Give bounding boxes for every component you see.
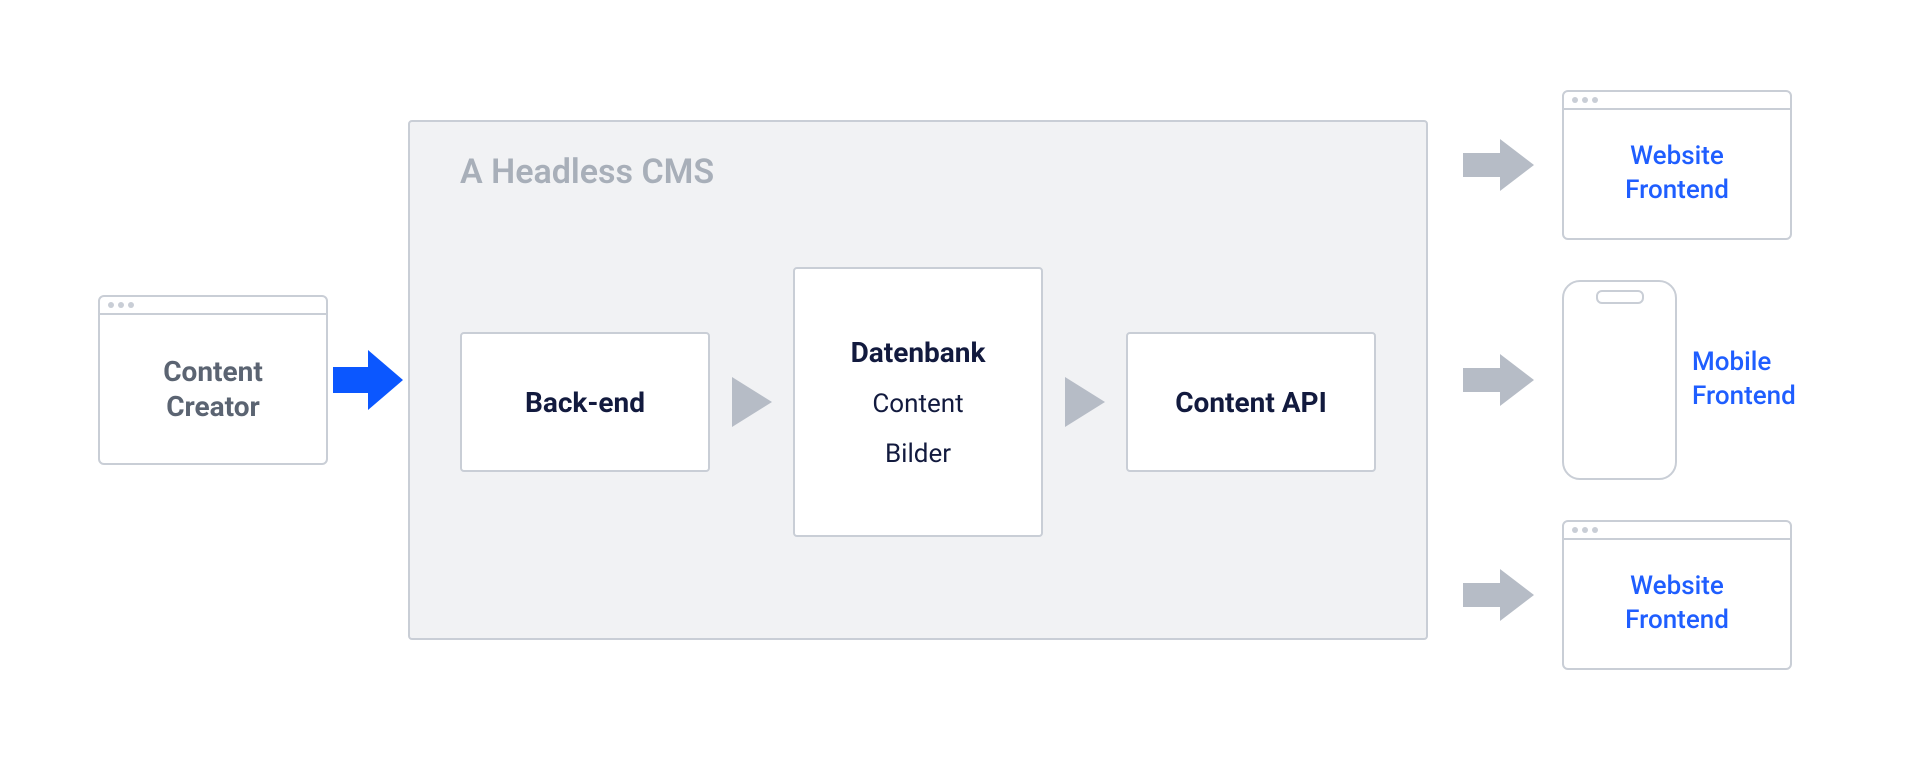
arrow-right-icon <box>1060 372 1110 432</box>
diagram-canvas: Content Creator A Headless CMS Back-end <box>0 0 1920 760</box>
website-frontend-2-label: Website Frontend <box>1564 540 1790 668</box>
window-titlebar <box>1564 522 1790 540</box>
window-dot-icon <box>1582 97 1588 103</box>
arrow-backend-to-db <box>722 372 782 432</box>
arrow-to-mobile <box>1458 350 1538 410</box>
window-dot-icon <box>1572 97 1578 103</box>
backend-box: Back-end <box>460 332 710 472</box>
content-creator-window: Content Creator <box>98 295 328 465</box>
cms-title: A Headless CMS <box>460 152 1376 192</box>
arrow-right-icon <box>1458 350 1538 410</box>
arrow-db-to-api <box>1055 372 1115 432</box>
arrow-to-website-1 <box>1458 135 1538 195</box>
arrow-creator-to-cms <box>328 345 408 415</box>
window-dot-icon <box>118 302 124 308</box>
arrow-right-icon <box>328 345 408 415</box>
cms-inner-row: Back-end Datenbank Content Bilder <box>460 222 1376 582</box>
database-item-images: Bilder <box>885 439 951 469</box>
output-website-1-row: Website Frontend <box>1458 90 1792 240</box>
window-dot-icon <box>1592 527 1598 533</box>
mobile-device-icon <box>1562 280 1677 480</box>
arrow-right-icon <box>1458 135 1538 195</box>
mobile-frontend-label: Mobile Frontend <box>1692 346 1822 414</box>
website-frontend-1-label: Website Frontend <box>1564 110 1790 238</box>
window-dot-icon <box>1572 527 1578 533</box>
database-box: Datenbank Content Bilder <box>793 267 1043 537</box>
content-api-box: Content API <box>1126 332 1376 472</box>
website-frontend-1-window: Website Frontend <box>1562 90 1792 240</box>
database-title: Datenbank <box>851 336 986 369</box>
website-frontend-2-window: Website Frontend <box>1562 520 1792 670</box>
outputs-column: Website Frontend Mobile Frontend <box>1458 90 1822 670</box>
main-row: Content Creator A Headless CMS Back-end <box>98 90 1822 670</box>
window-dot-icon <box>1582 527 1588 533</box>
arrow-right-icon <box>1458 565 1538 625</box>
window-dot-icon <box>128 302 134 308</box>
window-titlebar <box>1564 92 1790 110</box>
content-api-label: Content API <box>1175 386 1327 419</box>
cms-container: A Headless CMS Back-end Datenbank Conten… <box>408 120 1428 640</box>
output-website-2-row: Website Frontend <box>1458 520 1792 670</box>
window-dot-icon <box>108 302 114 308</box>
mobile-device-wrap: Mobile Frontend <box>1562 280 1822 480</box>
arrow-to-website-2 <box>1458 565 1538 625</box>
backend-label: Back-end <box>525 386 645 419</box>
content-creator-label: Content Creator <box>100 315 326 463</box>
arrow-right-icon <box>727 372 777 432</box>
window-dot-icon <box>1592 97 1598 103</box>
database-item-content: Content <box>872 389 963 419</box>
output-mobile-row: Mobile Frontend <box>1458 280 1822 480</box>
window-titlebar <box>100 297 326 315</box>
